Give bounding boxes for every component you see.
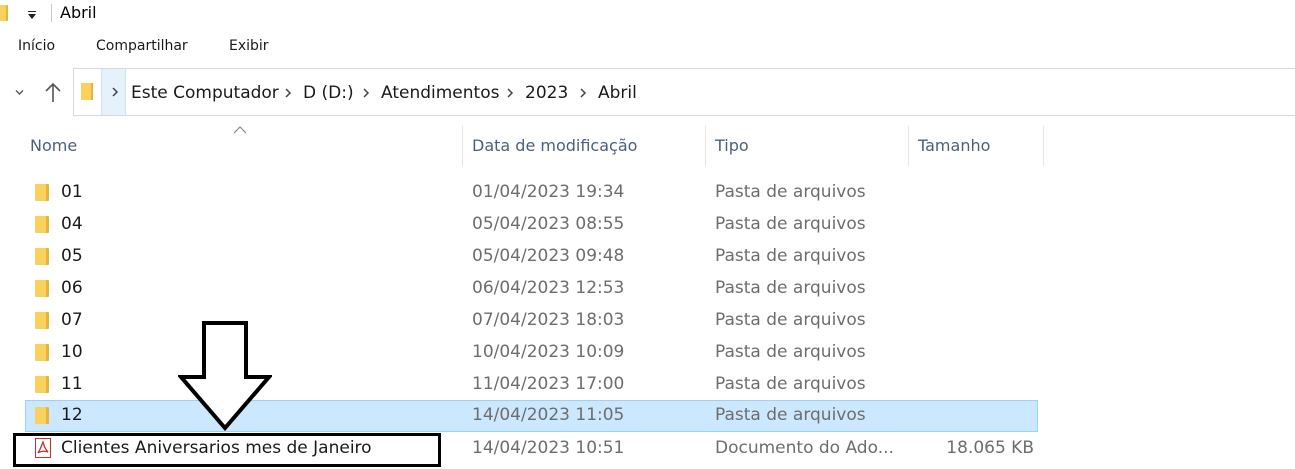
tab-exibir[interactable]: Exibir: [229, 38, 269, 54]
breadcrumb-root-chevron[interactable]: [101, 69, 126, 115]
breadcrumb-atendimentos[interactable]: Atendimentos: [381, 83, 499, 103]
file-name: 12: [61, 405, 83, 425]
chevron-right-icon[interactable]: [362, 88, 370, 98]
file-date: 11/04/2023 17:00: [472, 374, 625, 394]
chevron-right-icon[interactable]: [579, 88, 587, 98]
file-name: 10: [61, 342, 83, 362]
folder-row[interactable]: 07 07/04/2023 18:03 Pasta de arquivos: [25, 305, 1038, 337]
folder-row[interactable]: 06 06/04/2023 12:53 Pasta de arquivos: [25, 273, 1038, 305]
file-name: 11: [61, 374, 83, 394]
folder-icon: [35, 184, 49, 201]
title-separator: [51, 4, 52, 22]
folder-icon: [0, 5, 8, 21]
tab-compartilhar[interactable]: Compartilhar: [96, 38, 188, 54]
folder-row[interactable]: 04 05/04/2023 08:55 Pasta de arquivos: [25, 209, 1038, 241]
annotation-down-arrow: [178, 321, 272, 431]
column-divider[interactable]: [705, 126, 706, 166]
file-name: 06: [61, 278, 83, 298]
breadcrumb-2023[interactable]: 2023: [525, 83, 568, 103]
folder-icon: [35, 216, 49, 233]
file-type: Pasta de arquivos: [715, 182, 866, 202]
file-name: 05: [61, 246, 83, 266]
folder-icon: [35, 376, 49, 393]
file-type: Pasta de arquivos: [715, 342, 866, 362]
address-bar[interactable]: Este Computador D (D:) Atendimentos 2023…: [73, 68, 1295, 116]
folder-icon: [35, 344, 49, 361]
file-date: 14/04/2023 10:51: [472, 438, 625, 458]
column-name[interactable]: Nome: [30, 136, 77, 155]
folder-icon: [35, 280, 49, 297]
title-bar: Abril: [0, 0, 1295, 30]
folder-row[interactable]: 10 10/04/2023 10:09 Pasta de arquivos: [25, 337, 1038, 369]
column-header: Nome Data de modificação Tipo Tamanho: [0, 126, 1295, 166]
folder-icon: [81, 83, 93, 100]
recent-locations-chevron-icon[interactable]: [15, 88, 24, 97]
file-size: 18.065 KB: [946, 438, 1034, 458]
file-type: Documento do Ado...: [715, 438, 894, 458]
file-name: 01: [61, 182, 83, 202]
column-divider[interactable]: [1043, 126, 1044, 166]
sort-ascending-icon: [233, 126, 247, 134]
annotation-highlight-box: [13, 433, 441, 467]
folder-row-selected[interactable]: 12 14/04/2023 11:05 Pasta de arquivos: [25, 400, 1038, 432]
column-type[interactable]: Tipo: [715, 136, 749, 155]
chevron-right-icon[interactable]: [284, 88, 292, 98]
breadcrumb-drive-d[interactable]: D (D:): [303, 83, 354, 103]
file-date: 01/04/2023 19:34: [472, 182, 625, 202]
file-date: 07/04/2023 18:03: [472, 310, 625, 330]
ribbon-tabs: Início Compartilhar Exibir: [0, 30, 1295, 64]
file-date: 10/04/2023 10:09: [472, 342, 625, 362]
folder-icon: [35, 248, 49, 265]
chevron-right-icon[interactable]: [506, 88, 514, 98]
breadcrumb-este-computador[interactable]: Este Computador: [131, 83, 279, 103]
window-title: Abril: [60, 3, 97, 22]
folder-row[interactable]: 01 01/04/2023 19:34 Pasta de arquivos: [25, 177, 1038, 209]
navigation-bar: Este Computador D (D:) Atendimentos 2023…: [0, 64, 1295, 124]
column-date[interactable]: Data de modificação: [472, 136, 637, 155]
folder-icon: [35, 312, 49, 329]
file-date: 05/04/2023 08:55: [472, 214, 625, 234]
file-name: 07: [61, 310, 83, 330]
column-size[interactable]: Tamanho: [918, 136, 990, 155]
file-type: Pasta de arquivos: [715, 214, 866, 234]
file-type: Pasta de arquivos: [715, 374, 866, 394]
tab-inicio[interactable]: Início: [18, 38, 55, 54]
quick-access-dropdown-icon[interactable]: [25, 4, 39, 22]
file-type: Pasta de arquivos: [715, 405, 866, 425]
file-type: Pasta de arquivos: [715, 310, 866, 330]
folder-row[interactable]: 11 11/04/2023 17:00 Pasta de arquivos: [25, 369, 1038, 401]
file-type: Pasta de arquivos: [715, 246, 866, 266]
column-divider[interactable]: [462, 126, 463, 166]
file-date: 06/04/2023 12:53: [472, 278, 625, 298]
folder-icon: [35, 407, 49, 424]
file-date: 05/04/2023 09:48: [472, 246, 625, 266]
file-type: Pasta de arquivos: [715, 278, 866, 298]
file-name: 04: [61, 214, 83, 234]
column-divider[interactable]: [908, 126, 909, 166]
breadcrumb-abril[interactable]: Abril: [598, 83, 637, 103]
file-date: 14/04/2023 11:05: [472, 405, 625, 425]
folder-row[interactable]: 05 05/04/2023 09:48 Pasta de arquivos: [25, 241, 1038, 273]
up-arrow-icon[interactable]: [43, 82, 63, 104]
